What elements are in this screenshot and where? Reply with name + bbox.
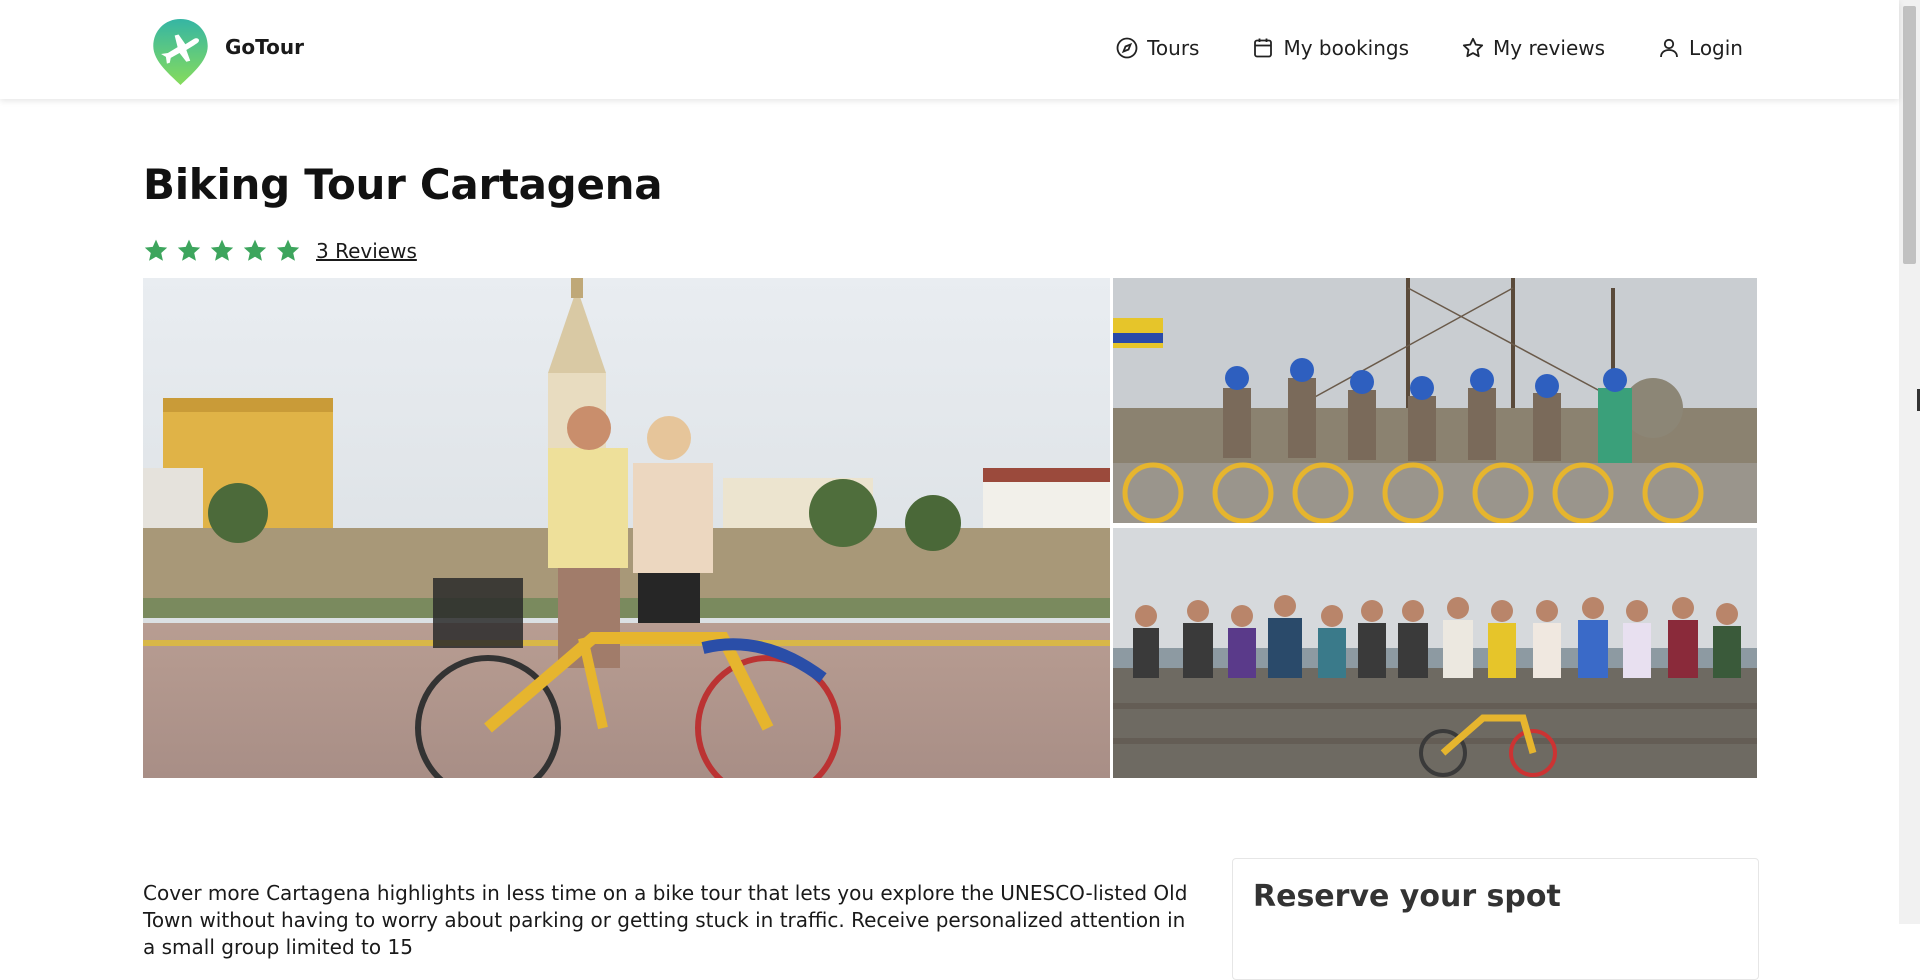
nav-login[interactable]: Login xyxy=(1657,36,1743,60)
nav-tours-label: Tours xyxy=(1147,36,1200,60)
tour-description: Cover more Cartagena highlights in less … xyxy=(143,881,1188,959)
nav-my-bookings[interactable]: My bookings xyxy=(1251,36,1409,60)
scrollbar-thumb[interactable] xyxy=(1903,6,1916,264)
compass-icon xyxy=(1116,37,1138,59)
star-filled-icon xyxy=(210,239,234,261)
gallery-side-photo-2[interactable] xyxy=(1113,528,1757,778)
star-filled-icon xyxy=(276,239,300,261)
star-filled-icon xyxy=(144,239,168,261)
calendar-icon xyxy=(1254,38,1273,58)
group-on-city-wall-photo xyxy=(1113,528,1757,778)
user-icon xyxy=(1660,38,1678,58)
nav-my-reviews[interactable]: My reviews xyxy=(1461,36,1605,60)
airplane-pin-logo-icon xyxy=(153,18,208,86)
nav-tours[interactable]: Tours xyxy=(1115,36,1199,60)
reviews-link[interactable]: 3 Reviews xyxy=(316,239,417,263)
site-header: GoTour Tours My bookings My reviews Logi… xyxy=(0,0,1899,99)
couple-with-bicycle-photo xyxy=(143,278,1110,778)
gallery-side-photo-1[interactable] xyxy=(1113,278,1757,523)
reserve-card: Reserve your spot xyxy=(1232,858,1759,980)
star-outline-icon xyxy=(1462,37,1484,58)
group-cyclists-at-harbor-photo xyxy=(1113,278,1757,523)
main-nav: Tours My bookings My reviews Login xyxy=(1115,36,1743,60)
reserve-title: Reserve your spot xyxy=(1253,879,1561,914)
star-filled-icon xyxy=(243,239,267,261)
gallery-main-photo[interactable] xyxy=(143,278,1110,778)
nav-my-reviews-label: My reviews xyxy=(1493,36,1606,60)
page-scrollbar[interactable] xyxy=(1899,0,1920,924)
nav-my-bookings-label: My bookings xyxy=(1283,36,1410,60)
nav-login-label: Login xyxy=(1689,36,1743,60)
tour-rating: 3 Reviews xyxy=(143,238,417,264)
logo[interactable]: GoTour xyxy=(151,17,304,87)
tour-title: Biking Tour Cartagena xyxy=(143,160,663,209)
star-filled-icon xyxy=(177,239,201,261)
brand-name: GoTour xyxy=(225,35,304,59)
